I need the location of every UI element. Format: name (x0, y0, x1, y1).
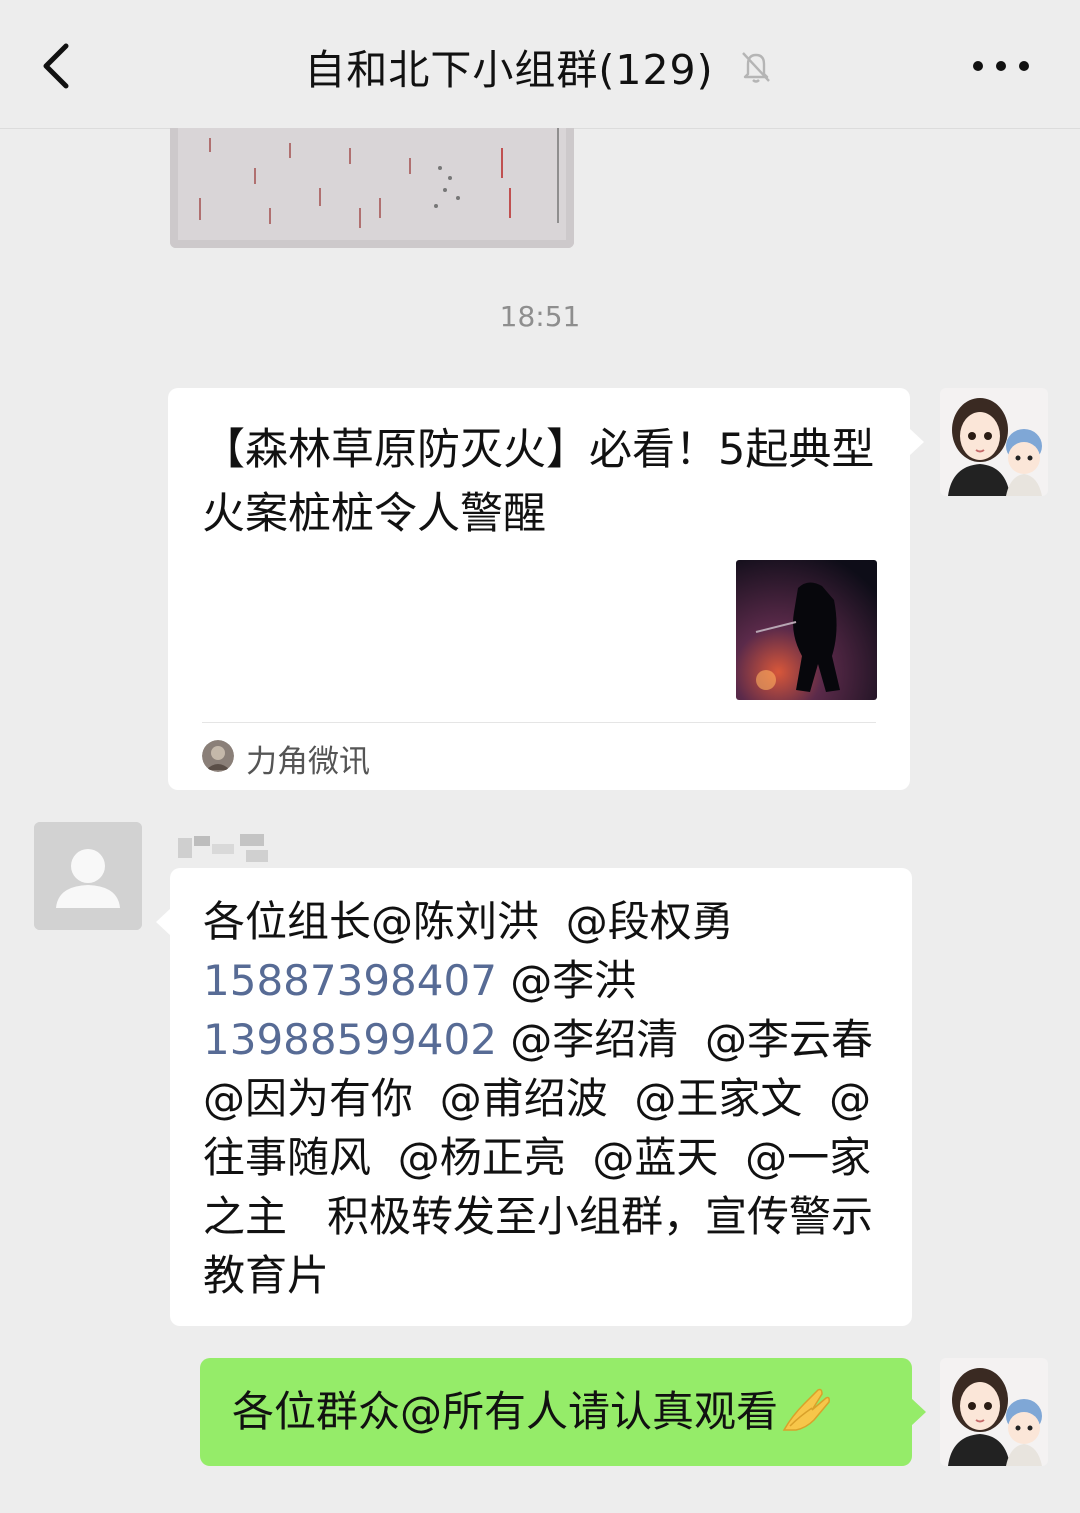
image-thumbnail (170, 128, 574, 248)
phone-number-link[interactable]: 15887398407 (203, 956, 497, 1005)
self-avatar[interactable] (940, 1358, 1048, 1466)
self-message-text: 各位群众@所有人请认真观看 (232, 1382, 832, 1442)
text-message[interactable]: 各位组长@陈刘洪 @段权勇 15887398407 @李洪 1398859940… (156, 868, 912, 1326)
chat-title: 自和北下小组群(129) (304, 46, 714, 94)
praying-hands-icon (782, 1388, 830, 1431)
bubble-tail (909, 428, 924, 456)
self-text-message[interactable]: 各位群众@所有人请认真观看 (200, 1358, 926, 1466)
more-button[interactable] (966, 40, 1036, 92)
bell-off-icon (741, 52, 770, 83)
article-source-name: 力角微讯 (246, 744, 370, 780)
message-text-part: 各位组长@陈刘洪 @段权勇 (203, 897, 748, 946)
source-avatar-icon (202, 740, 234, 772)
message-text-part: @李洪 (496, 956, 650, 1005)
article-thumbnail (736, 560, 877, 700)
chat-header: 自和北下小组群(129) (0, 0, 1080, 129)
more-horizontal-icon (973, 61, 1029, 71)
self-message-label: 各位群众@所有人请认真观看 (232, 1387, 779, 1436)
self-avatar[interactable] (940, 388, 1048, 496)
sender-name-blurred (176, 830, 276, 870)
phone-number-link[interactable]: 13988599402 (203, 1015, 497, 1064)
chat-title-group: 自和北下小组群(129) (0, 34, 1080, 98)
image-message[interactable] (170, 128, 574, 248)
bubble-tail (156, 908, 171, 936)
article-title: 【森林草原防灭火】必看！5起典型火案桩桩令人警醒 (202, 425, 875, 539)
default-user-icon (34, 822, 142, 930)
card-divider (202, 722, 876, 723)
article-card-message[interactable]: 【森林草原防灭火】必看！5起典型火案桩桩令人警醒 力角微讯 (168, 388, 924, 790)
message-timestamp: 18:51 (499, 300, 581, 333)
avatar-image (940, 388, 1048, 496)
bubble-tail (911, 1398, 926, 1426)
avatar-image (940, 1358, 1048, 1466)
sender-avatar[interactable] (34, 822, 142, 930)
message-text: 各位组长@陈刘洪 @段权勇 15887398407 @李洪 1398859940… (203, 892, 893, 1305)
